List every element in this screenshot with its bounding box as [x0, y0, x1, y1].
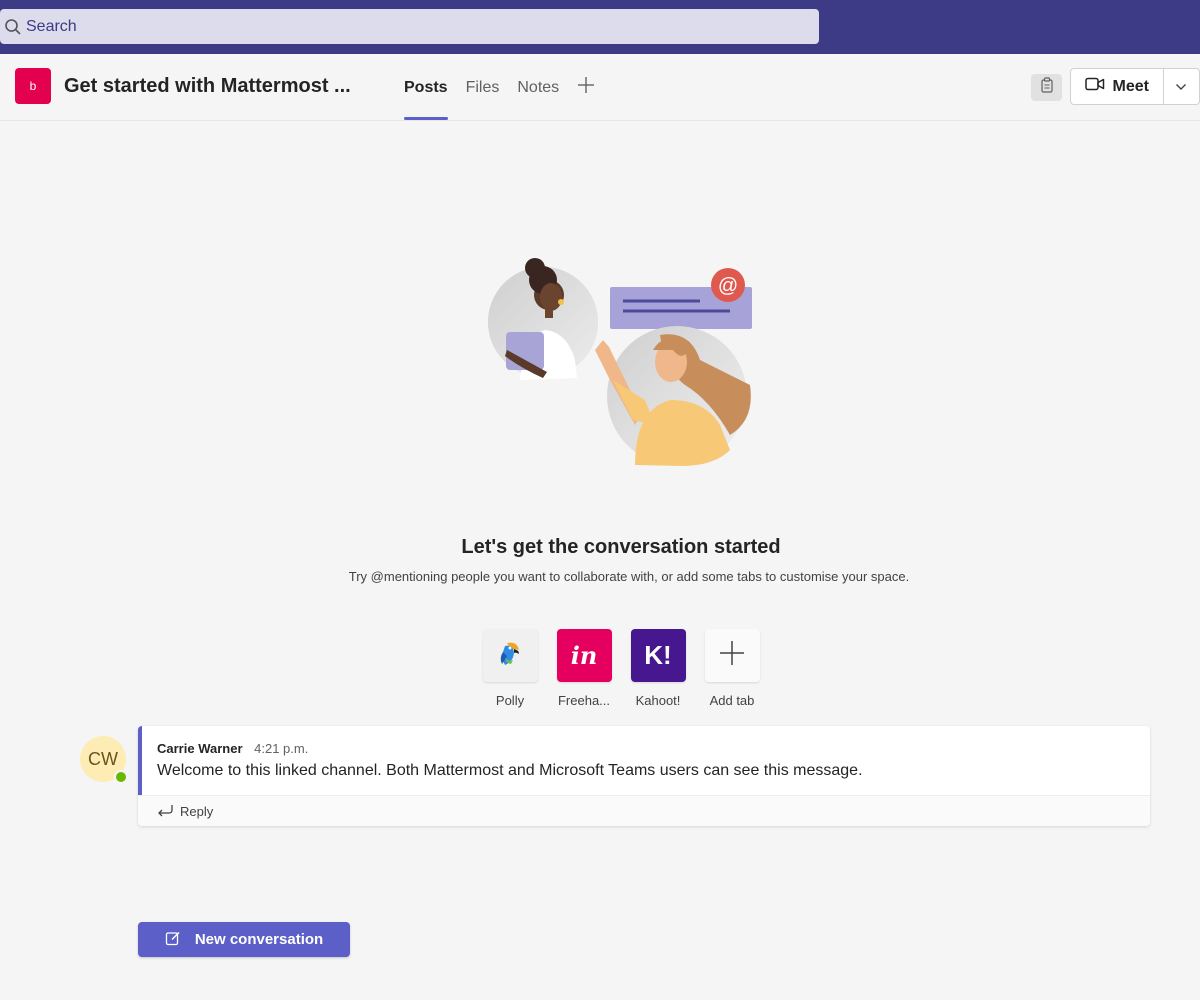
meet-control: Meet: [1070, 68, 1200, 105]
plus-icon: [719, 640, 745, 671]
compose-icon: [165, 930, 181, 950]
polly-parrot-icon: [495, 638, 525, 673]
message-meta: Carrie Warner 4:21 p.m.: [157, 741, 308, 756]
search-icon: [0, 9, 26, 44]
new-conversation-label: New conversation: [194, 931, 324, 948]
empty-state-subtitle: Try @mentioning people you want to colla…: [348, 569, 910, 584]
meet-dropdown-button[interactable]: [1164, 69, 1199, 104]
video-camera-icon: [1084, 77, 1105, 96]
search-box[interactable]: Search: [0, 9, 819, 44]
suggested-apps: Polly in Freeha... K! Kahoot! Add tab: [482, 629, 760, 708]
top-bar: Search: [0, 0, 1200, 54]
freehand-tile[interactable]: in: [556, 629, 612, 682]
plus-icon: [577, 76, 595, 99]
new-conversation-button[interactable]: New conversation: [138, 922, 350, 957]
message-timestamp: 4:21 p.m.: [254, 741, 309, 756]
app-label-freehand: Freeha...: [557, 693, 611, 708]
conversation-illustration: @: [485, 250, 765, 475]
message-body[interactable]: Carrie Warner 4:21 p.m. Welcome to this …: [138, 726, 1150, 795]
polly-tile[interactable]: [482, 629, 538, 682]
message-author[interactable]: Carrie Warner: [157, 741, 243, 756]
meet-label: Meet: [1112, 77, 1149, 95]
app-polly[interactable]: Polly: [482, 629, 538, 708]
team-avatar[interactable]: b: [15, 68, 51, 104]
app-label-polly: Polly: [495, 693, 525, 708]
svg-text:@: @: [718, 275, 738, 297]
reply-arrow-icon: [156, 803, 174, 820]
empty-state-title: Let's get the conversation started: [461, 536, 781, 558]
message-text: Welcome to this linked channel. Both Mat…: [157, 762, 863, 779]
app-freehand[interactable]: in Freeha...: [556, 629, 612, 708]
presence-available-icon: [114, 770, 128, 784]
reply-label: Reply: [180, 803, 214, 819]
app-label-add-tab: Add tab: [709, 693, 755, 708]
tab-notes[interactable]: Notes: [517, 54, 559, 121]
app-kahoot[interactable]: K! Kahoot!: [630, 629, 686, 708]
tab-posts[interactable]: Posts: [404, 54, 448, 121]
message-card: Carrie Warner 4:21 p.m. Welcome to this …: [138, 726, 1150, 826]
app-label-kahoot: Kahoot!: [635, 693, 681, 708]
clipboard-icon: [1040, 77, 1054, 98]
channel-title[interactable]: Get started with Mattermost ...: [64, 75, 351, 98]
add-tab-button[interactable]: [577, 54, 595, 121]
kahoot-tile[interactable]: K!: [630, 629, 686, 682]
add-tab-tile[interactable]: [704, 629, 760, 682]
app-add-tab[interactable]: Add tab: [704, 629, 760, 708]
clipboard-button[interactable]: [1031, 74, 1062, 101]
search-placeholder: Search: [26, 17, 77, 35]
reply-button[interactable]: Reply: [138, 795, 1150, 826]
channel-header: b Get started with Mattermost ... Posts …: [0, 54, 1200, 121]
channel-tabs: Posts Files Notes: [404, 54, 613, 121]
tab-files[interactable]: Files: [466, 54, 500, 121]
chevron-down-icon: [1175, 78, 1187, 96]
meet-button[interactable]: Meet: [1071, 69, 1164, 104]
